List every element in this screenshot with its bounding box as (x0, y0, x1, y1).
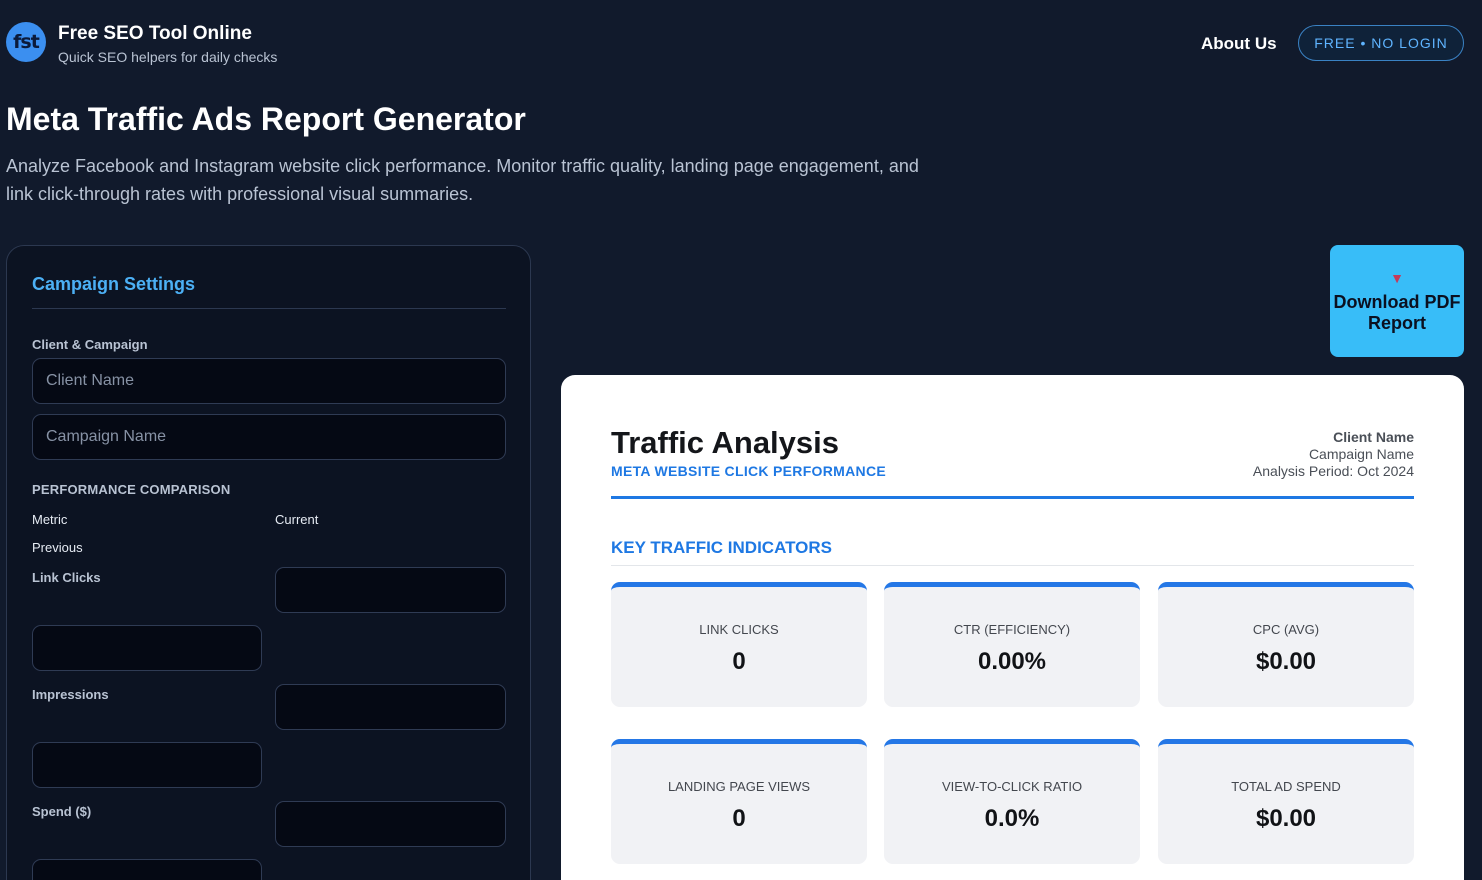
page-description: Analyze Facebook and Instagram website c… (6, 156, 919, 204)
panel-divider (32, 308, 506, 309)
site-header: fst Free SEO Tool Online Quick SEO helpe… (0, 0, 1482, 90)
report-client-name: Client Name (1333, 429, 1414, 445)
report-header-divider (611, 496, 1414, 499)
key-indicators-heading: KEY TRAFFIC INDICATORS (611, 538, 833, 557)
kpi-card-total-ad-spend: TOTAL AD SPEND $0.00 (1158, 739, 1414, 864)
current-column-header: Current (275, 512, 319, 527)
spend-previous-input[interactable] (32, 859, 262, 880)
previous-column-header: Previous (32, 540, 83, 555)
kpi-value: $0.00 (1255, 648, 1317, 675)
report-subtitle: META WEBSITE CLICK PERFORMANCE (611, 463, 886, 479)
impressions-previous-input[interactable] (32, 742, 262, 788)
kpi-card-landing-page-views: LANDING PAGE VIEWS 0 (611, 739, 867, 864)
kpi-value: 0.00% (977, 648, 1047, 675)
report-title: Traffic Analysis (611, 425, 840, 460)
campaign-settings-panel: Campaign Settings Client & Campaign PERF… (6, 245, 531, 880)
kpi-label: CTR (EFFICIENCY) (953, 622, 1071, 637)
link-clicks-previous-input[interactable] (32, 625, 262, 671)
kpi-label: TOTAL AD SPEND (1231, 779, 1341, 794)
kpi-label: LINK CLICKS (699, 622, 779, 637)
download-pdf-label: Download PDF Report (1333, 292, 1461, 333)
site-title[interactable]: Free SEO Tool Online (58, 23, 252, 45)
report-meta: Client Name Campaign Name Analysis Perio… (1253, 429, 1414, 480)
kpi-value: 0 (732, 805, 746, 832)
report-campaign-name: Campaign Name (1308, 446, 1414, 462)
kpi-card-link-clicks: LINK CLICKS 0 (611, 582, 867, 707)
kpi-label: CPC (AVG) (1252, 622, 1320, 637)
report-analysis-period: Analysis Period: Oct 2024 (1252, 463, 1414, 479)
performance-comparison-heading: PERFORMANCE COMPARISON (32, 482, 231, 497)
kpi-card-cpc: CPC (AVG) $0.00 (1158, 582, 1414, 707)
link-clicks-label: Link Clicks (32, 570, 101, 585)
impressions-label: Impressions (32, 687, 109, 702)
client-campaign-label: Client & Campaign (32, 337, 148, 352)
client-name-input[interactable] (32, 358, 506, 404)
kpi-value: 0.0% (984, 805, 1040, 832)
free-no-login-badge: FREE • NO LOGIN (1298, 25, 1464, 61)
spend-label: Spend ($) (32, 804, 92, 819)
page-title: Meta Traffic Ads Report Generator (6, 101, 526, 137)
about-us-link[interactable]: About Us (1201, 34, 1277, 54)
kpi-card-ctr: CTR (EFFICIENCY) 0.00% (884, 582, 1140, 707)
kpi-card-view-to-click-ratio: VIEW-TO-CLICK RATIO 0.0% (884, 739, 1140, 864)
kpi-value: 0 (732, 648, 746, 675)
download-pdf-button[interactable]: ▼ Download PDF Report (1330, 245, 1464, 357)
impressions-current-input[interactable] (275, 684, 506, 730)
link-clicks-current-input[interactable] (275, 567, 506, 613)
section-divider (611, 565, 1414, 566)
site-logo-icon[interactable]: fst (6, 22, 46, 62)
report-preview-card: Traffic Analysis META WEBSITE CLICK PERF… (561, 375, 1464, 880)
metric-column-header: Metric (32, 512, 68, 527)
spend-current-input[interactable] (275, 801, 506, 847)
campaign-name-input[interactable] (32, 414, 506, 460)
download-icon: ▼ (1390, 270, 1404, 286)
kpi-label: LANDING PAGE VIEWS (667, 779, 811, 794)
kpi-value: $0.00 (1255, 805, 1317, 832)
site-tagline: Quick SEO helpers for daily checks (58, 49, 278, 65)
kpi-label: VIEW-TO-CLICK RATIO (941, 779, 1083, 794)
panel-title: Campaign Settings (32, 274, 196, 294)
